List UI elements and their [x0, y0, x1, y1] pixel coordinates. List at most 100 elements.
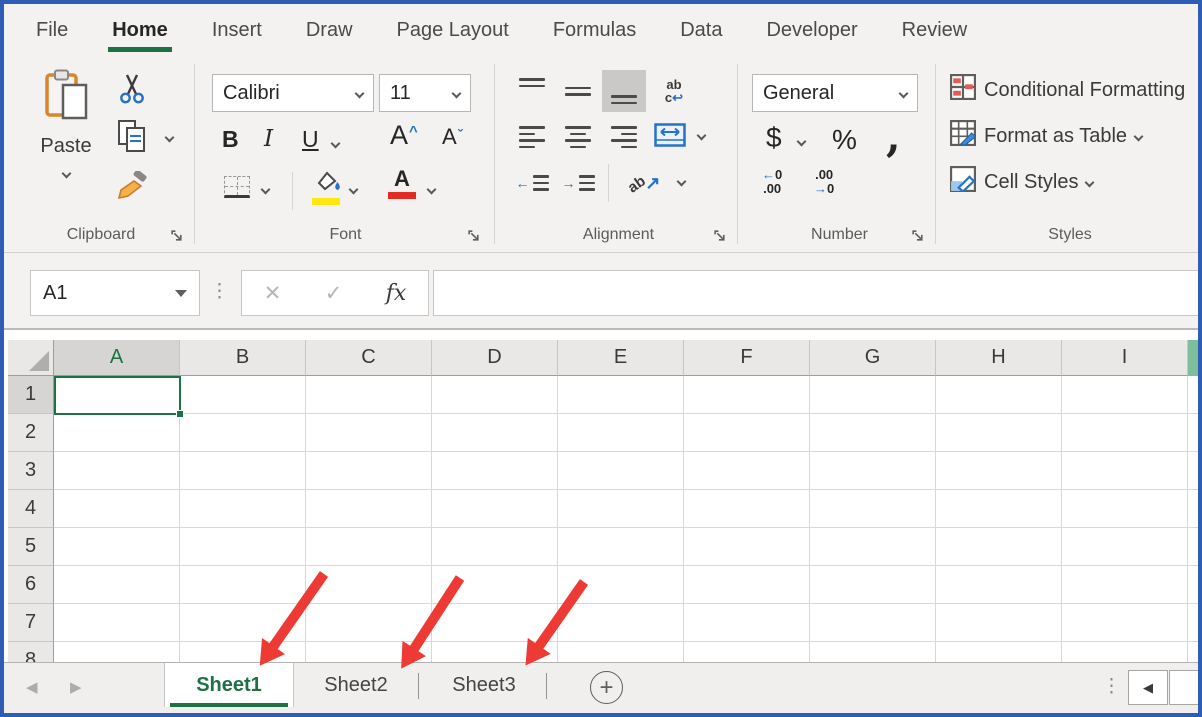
cut-button[interactable]: [114, 72, 150, 110]
clipboard-dialog-launcher-icon[interactable]: [170, 229, 184, 243]
name-box[interactable]: A1: [30, 270, 200, 316]
tab-review[interactable]: Review: [902, 19, 968, 42]
sheet3-label: Sheet3: [452, 674, 515, 697]
cell-styles-button[interactable]: Cell Styles: [950, 166, 1093, 198]
tab-file[interactable]: File: [36, 19, 68, 42]
row-header-7[interactable]: 7: [8, 604, 54, 642]
enter-button[interactable]: ✓: [325, 281, 343, 306]
group-separator: [737, 64, 738, 244]
paste-button[interactable]: Paste: [22, 68, 110, 220]
row-header-1[interactable]: 1: [8, 376, 54, 414]
tab-home[interactable]: Home: [112, 19, 168, 42]
copy-dropdown-icon[interactable]: [165, 133, 175, 143]
tab-developer[interactable]: Developer: [766, 19, 857, 42]
sheet-tab-bar: ◀ ▶ Sheet1 Sheet2 Sheet3 + ⋮ ◀: [4, 662, 1198, 713]
middle-align-button[interactable]: [556, 70, 600, 112]
borders-dropdown-icon[interactable]: [261, 185, 271, 195]
fill-color-button[interactable]: [312, 170, 342, 205]
font-color-dropdown-icon[interactable]: [427, 185, 437, 195]
tab-insert[interactable]: Insert: [212, 19, 262, 42]
column-header-B[interactable]: B: [180, 340, 306, 376]
merge-center-dropdown-icon[interactable]: [697, 131, 707, 141]
paste-dropdown-icon[interactable]: [61, 169, 71, 179]
decrease-decimal-button[interactable]: .00 →0: [814, 168, 834, 196]
select-all-button[interactable]: [8, 340, 54, 376]
format-as-table-dropdown-icon: [1134, 131, 1144, 141]
font-color-button[interactable]: A: [388, 168, 416, 199]
font-dialog-launcher-icon[interactable]: [467, 229, 481, 243]
column-header-I[interactable]: I: [1062, 340, 1188, 376]
merge-center-button[interactable]: [650, 116, 690, 158]
decrease-font-size-button[interactable]: Aˇ: [442, 126, 462, 149]
number-dialog-launcher-icon[interactable]: [911, 229, 925, 243]
tab-bar-resize-handle-icon[interactable]: ⋮: [1102, 675, 1121, 698]
increase-indent-button[interactable]: →: [556, 162, 600, 204]
wrap-text-button[interactable]: ab c↩: [652, 70, 696, 112]
underline-button[interactable]: U: [302, 128, 319, 151]
column-header-A[interactable]: A: [54, 340, 180, 376]
format-painter-button[interactable]: [114, 168, 150, 208]
sheet-tab-sheet3[interactable]: Sheet3: [428, 665, 540, 705]
increase-font-size-button[interactable]: A^: [390, 122, 417, 149]
column-header-G[interactable]: G: [810, 340, 936, 376]
row-header-3[interactable]: 3: [8, 452, 54, 490]
font-group-label: Font: [200, 226, 491, 244]
insert-function-button[interactable]: fx: [386, 281, 407, 306]
alignment-dialog-launcher-icon[interactable]: [713, 229, 727, 243]
paste-icon: [43, 68, 89, 127]
format-as-table-icon: [950, 120, 976, 152]
column-header-E[interactable]: E: [558, 340, 684, 376]
cancel-button[interactable]: ✕: [264, 281, 282, 306]
sheet-nav-left-icon[interactable]: ◀: [26, 678, 38, 696]
decrease-indent-button[interactable]: ←: [510, 162, 554, 204]
align-center-button[interactable]: [556, 116, 600, 158]
percent-button[interactable]: %: [832, 124, 857, 156]
font-name-select[interactable]: Calibri: [212, 74, 374, 112]
grid-cells[interactable]: [54, 376, 1198, 666]
column-header-F[interactable]: F: [684, 340, 810, 376]
tab-formulas[interactable]: Formulas: [553, 19, 636, 42]
currency-dropdown-icon[interactable]: [797, 137, 807, 147]
tab-page-layout[interactable]: Page Layout: [397, 19, 509, 42]
number-format-select[interactable]: General: [752, 74, 918, 112]
sheet-tab-sheet1[interactable]: Sheet1: [164, 663, 294, 707]
conditional-formatting-button[interactable]: Conditional Formatting: [950, 74, 1185, 106]
underline-dropdown-icon[interactable]: [331, 139, 341, 149]
sheet1-label: Sheet1: [196, 674, 262, 697]
scroll-left-button[interactable]: ◀: [1128, 670, 1168, 705]
column-header-D[interactable]: D: [432, 340, 558, 376]
fill-color-dropdown-icon[interactable]: [349, 185, 359, 195]
column-header-H[interactable]: H: [936, 340, 1062, 376]
orientation-dropdown-icon[interactable]: [677, 177, 687, 187]
row-header-6[interactable]: 6: [8, 566, 54, 604]
row-header-2[interactable]: 2: [8, 414, 54, 452]
borders-button[interactable]: [224, 176, 250, 198]
divider: [292, 172, 293, 210]
bold-button[interactable]: B: [222, 128, 239, 151]
italic-button[interactable]: I: [264, 128, 273, 151]
font-size-dropdown-icon: [452, 88, 462, 98]
formula-bar-resize-handle-icon[interactable]: ⋮: [210, 280, 229, 303]
new-sheet-button[interactable]: +: [590, 671, 623, 704]
comma-button[interactable]: ,: [886, 112, 901, 161]
tab-data[interactable]: Data: [680, 19, 722, 42]
top-align-button[interactable]: [510, 70, 554, 112]
currency-button[interactable]: $: [766, 122, 782, 154]
sheet-nav-right-icon[interactable]: ▶: [70, 678, 82, 696]
sheet-tab-sheet2[interactable]: Sheet2: [300, 665, 412, 705]
horizontal-scrollbar[interactable]: [1169, 670, 1201, 705]
row-header-4[interactable]: 4: [8, 490, 54, 528]
copy-button[interactable]: [114, 118, 150, 158]
font-size-select[interactable]: 11: [379, 74, 471, 112]
orientation-button[interactable]: ab↗: [618, 162, 670, 204]
bottom-align-button[interactable]: [602, 70, 646, 112]
column-header-C[interactable]: C: [306, 340, 432, 376]
increase-decimal-button[interactable]: ←0 .00: [762, 168, 782, 196]
tab-draw[interactable]: Draw: [306, 19, 353, 42]
formula-input[interactable]: [433, 270, 1200, 316]
format-as-table-button[interactable]: Format as Table: [950, 120, 1142, 152]
name-box-dropdown-icon[interactable]: [175, 290, 187, 297]
align-right-button[interactable]: [602, 116, 646, 158]
align-left-button[interactable]: [510, 116, 554, 158]
row-header-5[interactable]: 5: [8, 528, 54, 566]
